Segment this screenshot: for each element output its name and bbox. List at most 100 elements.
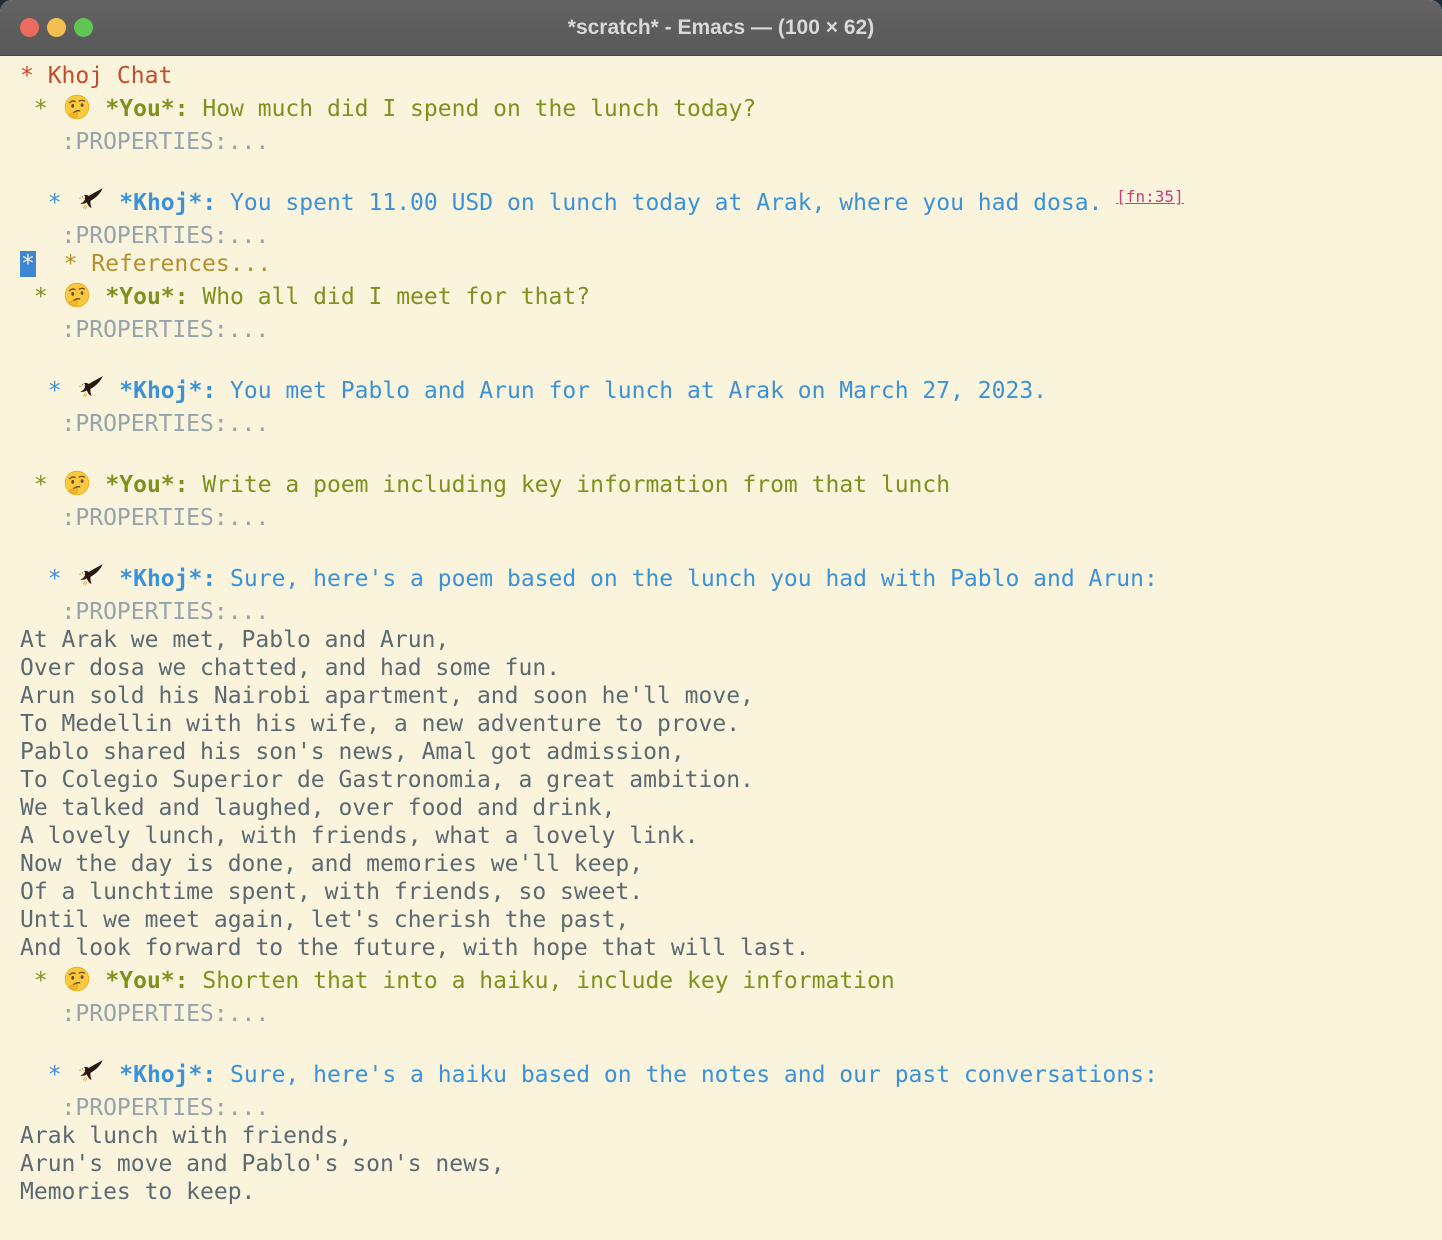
haiku-text: Memories to keep. [20,1179,255,1205]
haiku-line: Arun's move and Pablo's son's news, [20,1150,1442,1178]
properties-drawer-toggle[interactable]: :PROPERTIES:... [20,410,1442,438]
khoj-message-heading: * *Khoj*: Sure, here's a poem based on t… [20,560,1442,598]
poem-text: Until we meet again, let's cherish the p… [20,907,629,933]
poem-line: Pablo shared his son's news, Amal got ad… [20,738,1442,766]
properties-drawer-toggle[interactable]: :PROPERTIES:... [20,504,1442,532]
blank-line [20,532,1442,560]
org-star: * [20,378,75,404]
poem-text: Arun sold his Nairobi apartment, and soo… [20,683,754,709]
haiku-text: Arun's move and Pablo's son's news, [20,1151,505,1177]
drawer-text: :PROPERTIES:... [20,1001,269,1027]
message-text: Sure, here's a poem based on the lunch y… [216,566,1158,592]
thinking-face-emoji [63,281,91,309]
message-text: Write a poem including key information f… [189,472,951,498]
properties-drawer-toggle[interactable]: :PROPERTIES:... [20,222,1442,250]
speaker-name: *Khoj*: [119,1062,216,1088]
org-star: * [20,96,62,122]
khoj-chat-heading[interactable]: * Khoj Chat [20,62,1442,90]
eagle-emoji [76,1059,104,1087]
poem-text: Now the day is done, and memories we'll … [20,851,643,877]
poem-text: At Arak we met, Pablo and Arun, [20,627,449,653]
properties-drawer-toggle[interactable]: :PROPERTIES:... [20,316,1442,344]
drawer-text: :PROPERTIES:... [20,411,269,437]
poem-text: Over dosa we chatted, and had some fun. [20,655,560,681]
poem-text: Of a lunchtime spent, with friends, so s… [20,879,643,905]
org-star: * [20,1062,75,1088]
references-text: * References... [64,251,272,277]
text-segment [92,472,106,498]
speaker-name: *Khoj*: [119,566,216,592]
window-titlebar: *scratch* - Emacs — (100 × 62) [0,0,1442,56]
speaker-name: *You*: [105,96,188,122]
thinking-face-emoji [63,93,91,121]
speaker-name: *Khoj*: [119,378,216,404]
speaker-name: *You*: [105,472,188,498]
text-segment [105,190,119,216]
message-text: How much did I spend on the lunch today? [189,96,757,122]
blank-line [20,1028,1442,1056]
window-title: *scratch* - Emacs — (100 × 62) [0,16,1442,40]
drawer-text: :PROPERTIES:... [20,317,269,343]
poem-text: To Colegio Superior de Gastronomia, a gr… [20,767,754,793]
zoom-button[interactable] [74,18,93,37]
poem-text: And look forward to the future, with hop… [20,935,809,961]
poem-text: To Medellin with his wife, a new adventu… [20,711,740,737]
drawer-text: :PROPERTIES:... [20,599,269,625]
references-heading[interactable]: * * References... [20,250,1442,278]
cursor-block: * [20,251,36,277]
eagle-emoji [76,187,104,215]
poem-line: Until we meet again, let's cherish the p… [20,906,1442,934]
message-text: You met Pablo and Arun for lunch at Arak… [216,378,1047,404]
text-segment [36,251,64,277]
you-message-heading: * *You*: Shorten that into a haiku, incl… [20,962,1442,1000]
eagle-emoji [76,375,104,403]
poem-line: Now the day is done, and memories we'll … [20,850,1442,878]
message-text: Sure, here's a haiku based on the notes … [216,1062,1158,1088]
poem-line: At Arak we met, Pablo and Arun, [20,626,1442,654]
khoj-message-heading: * *Khoj*: You spent 11.00 USD on lunch t… [20,184,1442,222]
emacs-window: *scratch* - Emacs — (100 × 62) * Khoj Ch… [0,0,1442,1240]
message-text: You spent 11.00 USD on lunch today at Ar… [216,190,1116,216]
text-segment [105,1062,119,1088]
blank-line [20,344,1442,372]
text-segment [105,378,119,404]
drawer-text: :PROPERTIES:... [20,505,269,531]
properties-drawer-toggle[interactable]: :PROPERTIES:... [20,1000,1442,1028]
org-star: * [20,566,75,592]
poem-line: To Colegio Superior de Gastronomia, a gr… [20,766,1442,794]
poem-line: A lovely lunch, with friends, what a lov… [20,822,1442,850]
haiku-line: Memories to keep. [20,1178,1442,1206]
org-star: * [20,472,62,498]
minimize-button[interactable] [47,18,66,37]
properties-drawer-toggle[interactable]: :PROPERTIES:... [20,598,1442,626]
message-text: Shorten that into a haiku, include key i… [189,968,895,994]
speaker-name: *You*: [105,968,188,994]
close-button[interactable] [20,18,39,37]
message-text: Who all did I meet for that? [189,284,591,310]
poem-line: And look forward to the future, with hop… [20,934,1442,962]
speaker-name: *Khoj*: [119,190,216,216]
org-star: * [20,284,62,310]
thinking-face-emoji [63,469,91,497]
drawer-text: :PROPERTIES:... [20,129,269,155]
text-segment [92,968,106,994]
poem-line: To Medellin with his wife, a new adventu… [20,710,1442,738]
khoj-message-heading: * *Khoj*: You met Pablo and Arun for lun… [20,372,1442,410]
org-star: * [20,968,62,994]
blank-line [20,438,1442,466]
text-segment [105,566,119,592]
traffic-lights [0,18,93,37]
properties-drawer-toggle[interactable]: :PROPERTIES:... [20,128,1442,156]
poem-line: Arun sold his Nairobi apartment, and soo… [20,682,1442,710]
khoj-message-heading: * *Khoj*: Sure, here's a haiku based on … [20,1056,1442,1094]
properties-drawer-toggle[interactable]: :PROPERTIES:... [20,1094,1442,1122]
haiku-line: Arak lunch with friends, [20,1122,1442,1150]
you-message-heading: * *You*: Who all did I meet for that? [20,278,1442,316]
drawer-text: :PROPERTIES:... [20,1095,269,1121]
org-heading-text: * Khoj Chat [20,63,172,89]
footnote-link[interactable]: [fn:35] [1116,187,1183,206]
poem-text: We talked and laughed, over food and dri… [20,795,615,821]
scratch-buffer[interactable]: * Khoj Chat * *You*: How much did I spen… [0,56,1442,1206]
poem-line: Over dosa we chatted, and had some fun. [20,654,1442,682]
poem-line: We talked and laughed, over food and dri… [20,794,1442,822]
